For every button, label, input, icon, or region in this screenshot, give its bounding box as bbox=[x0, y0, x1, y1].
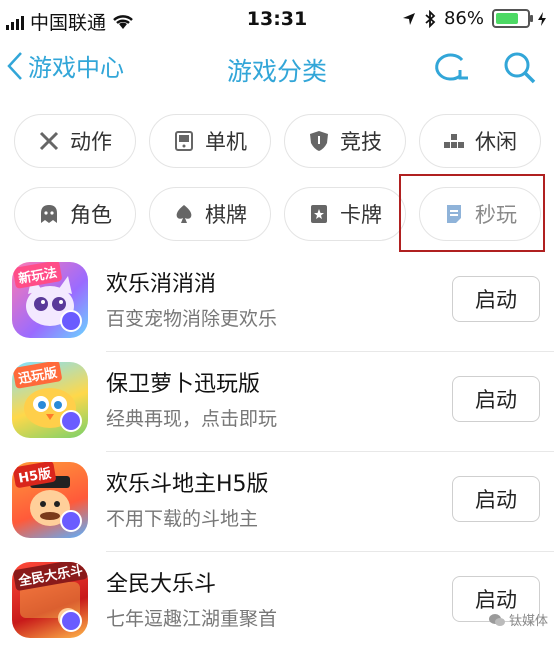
launch-button[interactable]: 启动 bbox=[452, 376, 540, 422]
category-label: 休闲 bbox=[475, 130, 517, 154]
charging-bolt-icon bbox=[538, 11, 546, 26]
game-icon: 迅玩版 bbox=[12, 362, 88, 438]
game-description: 经典再现，点击即玩 bbox=[106, 408, 278, 430]
shield-icon bbox=[308, 130, 330, 152]
game-description: 不用下载的斗地主 bbox=[106, 508, 259, 530]
game-name: 欢乐消消消 bbox=[106, 272, 217, 297]
category-card[interactable]: 卡牌 bbox=[284, 187, 406, 241]
watermark-text: 钛媒体 bbox=[508, 614, 548, 629]
game-icon: 全民大乐斗 bbox=[12, 562, 88, 638]
category-chess[interactable]: 棋牌 bbox=[149, 187, 271, 241]
launch-button[interactable]: 启动 bbox=[452, 476, 540, 522]
category-label: 棋牌 bbox=[205, 203, 247, 227]
category-label: 动作 bbox=[70, 130, 112, 154]
location-arrow-icon bbox=[402, 12, 415, 25]
list-item[interactable]: 新玩法 欢乐消消消 百变宠物消除更欢乐 启动 bbox=[0, 252, 554, 352]
game-description: 百变宠物消除更欢乐 bbox=[106, 308, 278, 330]
nav-actions bbox=[430, 48, 540, 88]
watermark: 钛媒体 bbox=[488, 610, 548, 629]
crossed-swords-icon bbox=[38, 130, 60, 152]
game-icon: H5版 bbox=[12, 462, 88, 538]
search-icon bbox=[504, 52, 536, 84]
instant-play-badge-icon bbox=[60, 410, 82, 432]
category-label: 竞技 bbox=[340, 130, 382, 154]
category-single[interactable]: 单机 bbox=[149, 114, 271, 168]
category-competitive[interactable]: 竞技 bbox=[284, 114, 406, 168]
game-name: 欢乐斗地主H5版 bbox=[106, 472, 269, 497]
instant-play-badge-icon bbox=[60, 310, 82, 332]
wechat-icon bbox=[488, 613, 505, 626]
chat-refresh-icon bbox=[435, 53, 468, 81]
game-name: 全民大乐斗 bbox=[106, 572, 217, 597]
search-button[interactable] bbox=[500, 48, 540, 88]
category-action[interactable]: 动作 bbox=[14, 114, 136, 168]
list-item[interactable]: H5版 欢乐斗地主H5版 不用下载的斗地主 启动 bbox=[0, 452, 554, 552]
instant-play-badge-icon bbox=[60, 510, 82, 532]
nav-bar: 游戏中心 游戏分类 bbox=[0, 42, 554, 98]
status-bar: 中国联通 13:31 86% bbox=[0, 0, 554, 38]
category-casual[interactable]: 休闲 bbox=[419, 114, 541, 168]
category-label: 角色 bbox=[70, 203, 112, 227]
game-icon: 新玩法 bbox=[12, 262, 88, 338]
battery-percent: 86% bbox=[443, 8, 484, 29]
list-item[interactable]: 全民大乐斗 全民大乐斗 七年逗趣江湖重聚首 启动 bbox=[0, 552, 554, 652]
battery-icon bbox=[492, 9, 533, 28]
category-label: 卡牌 bbox=[340, 203, 382, 227]
instant-play-badge-icon bbox=[60, 610, 82, 632]
category-role[interactable]: 角色 bbox=[14, 187, 136, 241]
spade-icon bbox=[173, 203, 195, 225]
launch-button[interactable]: 启动 bbox=[452, 276, 540, 322]
game-name: 保卫萝卜迅玩版 bbox=[106, 372, 261, 397]
blocks-icon bbox=[443, 130, 465, 152]
list-item[interactable]: 迅玩版 保卫萝卜迅玩版 经典再现，点击即玩 启动 bbox=[0, 352, 554, 452]
status-right: 86% bbox=[402, 8, 546, 29]
ghost-icon bbox=[38, 203, 60, 225]
highlight-box bbox=[399, 174, 545, 252]
refresh-chat-button[interactable] bbox=[430, 48, 470, 88]
gamepad-icon bbox=[173, 130, 195, 152]
game-description: 七年逗趣江湖重聚首 bbox=[106, 608, 278, 630]
category-label: 单机 bbox=[205, 130, 247, 154]
bluetooth-icon bbox=[425, 9, 436, 28]
star-card-icon bbox=[308, 203, 330, 225]
